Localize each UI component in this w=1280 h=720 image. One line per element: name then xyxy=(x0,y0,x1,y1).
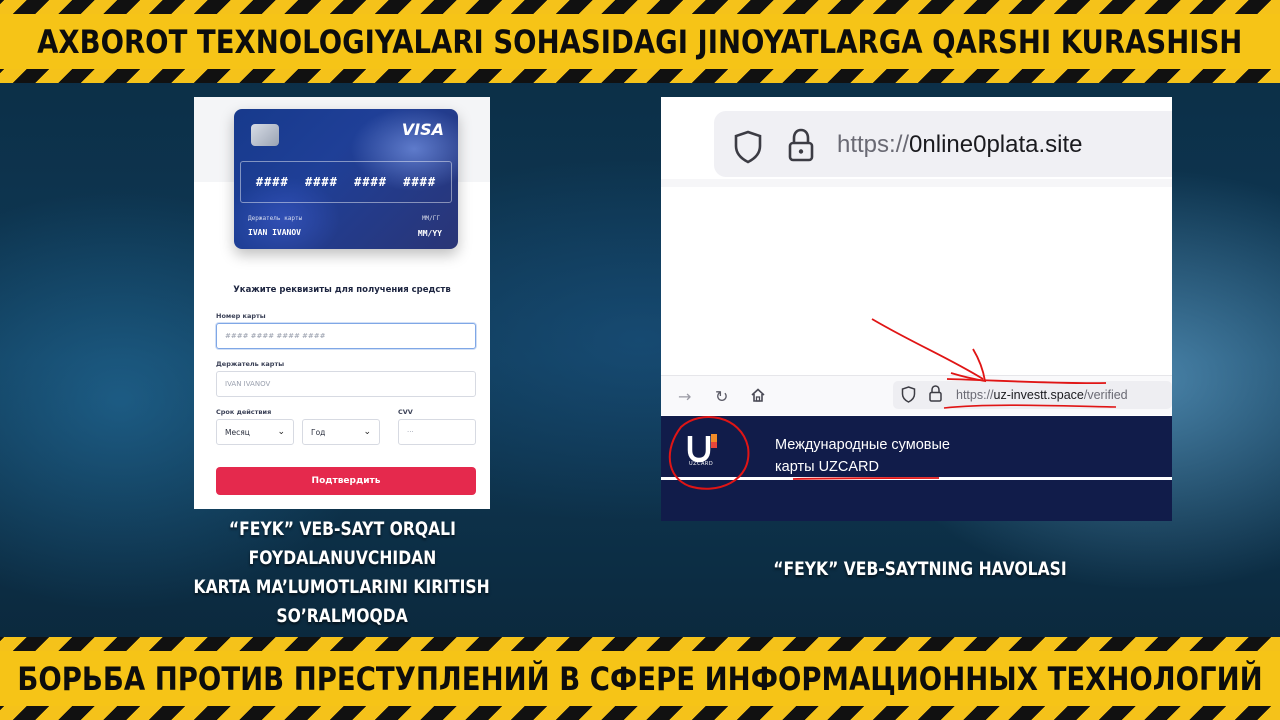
lock-icon xyxy=(929,385,942,402)
card-preview-expiry-label: ММ/ГГ xyxy=(421,215,440,222)
shield-icon xyxy=(901,386,916,403)
bottom-banner: БОРЬБА ПРОТИВ ПРЕСТУПЛЕНИЙ В СФЕРЕ ИНФОР… xyxy=(0,651,1280,706)
month-select[interactable]: Месяц ⌄ xyxy=(216,419,294,445)
left-caption: “FEYK” VEB-SAYT ORQALI FOYDALANUVCHIDAN … xyxy=(193,518,491,627)
fake-card-form-screenshot: VISA #### #### #### #### Держатель карты… xyxy=(194,97,490,509)
card-number-input[interactable]: #### #### #### #### xyxy=(216,323,476,349)
home-icon[interactable] xyxy=(750,387,766,403)
right-caption: “FEYK” VEB-SAYTNING HAVOLASI xyxy=(773,558,1067,580)
chevron-down-icon: ⌄ xyxy=(277,427,285,437)
hazard-stripe-top-lower xyxy=(0,69,1280,83)
url-small: https://uz-investt.space/verified xyxy=(956,388,1128,402)
card-preview-holder-name: IVAN IVANOV xyxy=(248,228,301,237)
card-preview-holder-label: Держатель карты xyxy=(248,215,303,222)
forward-arrow-icon[interactable]: → xyxy=(678,387,691,406)
card-preview-expiry-value: MM/YY xyxy=(417,229,442,238)
lock-icon xyxy=(788,128,814,162)
hazard-stripe-bottom-upper xyxy=(0,637,1280,651)
holder-label: Держатель карты xyxy=(216,360,285,368)
uzcard-tagline: Международные сумовые карты UZCARD xyxy=(775,437,950,475)
hazard-stripe-bottom xyxy=(0,706,1280,720)
form-title: Укажите реквизиты для получения средств xyxy=(233,285,451,295)
cvv-input[interactable]: ··· xyxy=(398,419,476,445)
submit-button[interactable]: Подтвердить xyxy=(216,467,476,495)
uzcard-logo-text: UZCARD xyxy=(689,461,714,467)
top-banner: AXBOROT TEXNOLOGIYALARI SOHASIDAGI JINOY… xyxy=(0,14,1280,69)
card-preview-number: #### #### #### #### xyxy=(240,161,452,203)
visa-logo: VISA xyxy=(401,120,444,139)
holder-input[interactable]: IVAN IVANOV xyxy=(216,371,476,397)
shield-icon xyxy=(734,130,762,164)
year-select[interactable]: Год ⌄ xyxy=(302,419,380,445)
hazard-stripe-top xyxy=(0,0,1280,14)
url-large: https://0nline0plata.site xyxy=(837,131,1083,158)
cvv-label: CVV xyxy=(398,408,413,416)
card-preview: VISA #### #### #### #### Держатель карты… xyxy=(234,109,458,249)
fake-website-url-screenshot: https://0nline0plata.site → ↻ https://uz… xyxy=(661,97,1172,521)
expiry-label: Срок действия xyxy=(216,408,272,416)
reload-icon[interactable]: ↻ xyxy=(715,387,728,406)
chevron-down-icon: ⌄ xyxy=(363,427,371,437)
card-number-label: Номер карты xyxy=(216,312,266,320)
card-chip-icon xyxy=(251,124,279,146)
